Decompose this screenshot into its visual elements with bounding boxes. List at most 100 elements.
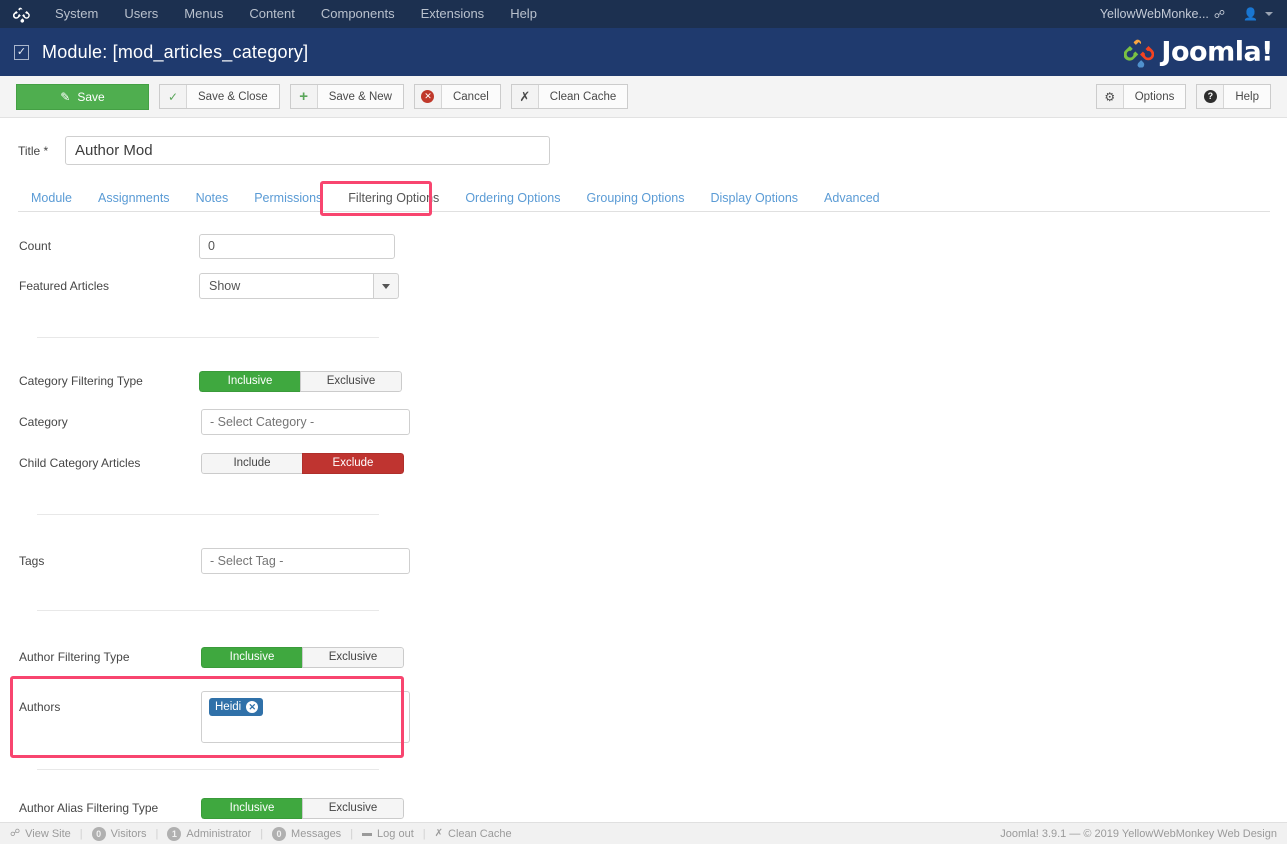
- section-divider-2: [37, 514, 379, 515]
- status-separator-2: |: [155, 827, 159, 840]
- tab-filtering-options[interactable]: Filtering Options: [335, 185, 452, 211]
- chevron-down-icon[interactable]: [373, 273, 399, 299]
- category-filtering-type-toggle[interactable]: Inclusive Exclusive: [199, 370, 402, 392]
- logout-link[interactable]: ▬ Log out: [362, 828, 414, 840]
- featured-articles-select[interactable]: Show: [199, 273, 399, 299]
- tab-permissions[interactable]: Permissions: [241, 185, 335, 211]
- status-separator-4: |: [350, 827, 354, 840]
- author-filter-inclusive-option[interactable]: Inclusive: [201, 646, 302, 668]
- author-filtering-type-row: Author Filtering Type Inclusive Exclusiv…: [18, 637, 1269, 677]
- child-include-option[interactable]: Include: [201, 452, 302, 474]
- editor-toolbar: ✎ Save ✓ Save & Close + Save & New ✕ Can…: [0, 76, 1287, 118]
- tab-display-options[interactable]: Display Options: [697, 185, 811, 211]
- clean-cache-button[interactable]: ✗ Clean Cache: [510, 84, 629, 109]
- visitors-count-badge: 0: [91, 826, 106, 841]
- author-chip-heidi[interactable]: Heidi ✕: [209, 698, 264, 716]
- tab-advanced[interactable]: Advanced: [811, 185, 893, 211]
- copyright-label: Joomla! 3.9.1 — © 2019 YellowWebMonkey W…: [1000, 827, 1277, 840]
- gear-icon: ⚙: [1096, 85, 1124, 108]
- child-category-articles-toggle[interactable]: Include Exclude: [201, 452, 404, 474]
- menu-item-content[interactable]: Content: [236, 0, 308, 28]
- save-button[interactable]: ✎ Save: [16, 83, 149, 110]
- administrator-label: Administrator: [186, 827, 252, 840]
- alias-exclusive-option[interactable]: Exclusive: [302, 797, 404, 819]
- tab-module[interactable]: Module: [18, 185, 85, 211]
- external-link-icon: ☍: [10, 828, 21, 839]
- authors-field-row: Authors Heidi ✕: [18, 677, 1269, 747]
- save-button-label: Save: [77, 89, 105, 104]
- save-and-new-label: Save & New: [328, 90, 392, 103]
- child-exclude-option[interactable]: Exclude: [302, 452, 404, 474]
- count-field-row: Count: [18, 226, 1269, 266]
- count-input[interactable]: [199, 233, 395, 259]
- tags-label: Tags: [19, 554, 45, 568]
- status-separator-3: |: [260, 827, 264, 840]
- tab-bar: Module Assignments Notes Permissions Fil…: [18, 185, 1270, 212]
- messages-status[interactable]: 0 Messages: [272, 826, 342, 841]
- module-edit-form: Title * Module Assignments Notes Permiss…: [0, 118, 1287, 828]
- authors-chip-input[interactable]: Heidi ✕: [201, 691, 410, 743]
- child-category-articles-row: Child Category Articles Include Exclude: [18, 443, 1269, 483]
- status-separator-5: |: [422, 827, 426, 840]
- author-filtering-type-label: Author Filtering Type: [19, 650, 130, 664]
- help-button[interactable]: ? Help: [1196, 84, 1271, 109]
- category-filter-inclusive-option[interactable]: Inclusive: [199, 370, 300, 392]
- chevron-down-icon[interactable]: [1265, 12, 1273, 16]
- checkbox-checked-icon: ✓: [14, 44, 29, 60]
- clean-cache-label: Clean Cache: [549, 90, 617, 103]
- tab-ordering-options[interactable]: Ordering Options: [452, 185, 573, 211]
- menu-item-extensions[interactable]: Extensions: [408, 0, 498, 28]
- status-bar: ☍ View Site | 0 Visitors | 1 Administrat…: [0, 822, 1287, 844]
- visitors-label: Visitors: [110, 827, 147, 840]
- view-site-link[interactable]: ☍ View Site: [10, 828, 71, 840]
- toolbar-right-group: ⚙ Options ? Help: [1095, 84, 1271, 109]
- tab-assignments[interactable]: Assignments: [85, 185, 183, 211]
- visitors-status[interactable]: 0 Visitors: [91, 826, 147, 841]
- cancel-label: Cancel: [452, 90, 489, 103]
- help-label: Help: [1235, 90, 1259, 103]
- broom-icon: ✗: [511, 85, 539, 108]
- title-input[interactable]: [65, 136, 550, 165]
- section-divider-3: [37, 610, 379, 611]
- category-field-row: Category: [18, 401, 1269, 443]
- category-select-input[interactable]: [201, 409, 410, 435]
- menu-item-help[interactable]: Help: [497, 0, 550, 28]
- cancel-button[interactable]: ✕ Cancel: [413, 84, 501, 109]
- clean-cache-link[interactable]: ✗ Clean Cache: [435, 828, 512, 840]
- site-name-label[interactable]: YellowWebMonke...: [1100, 7, 1209, 21]
- author-filter-exclusive-option[interactable]: Exclusive: [302, 646, 404, 668]
- check-icon: ✓: [160, 85, 187, 108]
- category-filter-exclusive-option[interactable]: Exclusive: [300, 370, 402, 392]
- tags-select-input[interactable]: [201, 548, 410, 574]
- save-pencil-icon: ✎: [60, 89, 71, 104]
- menu-item-menus[interactable]: Menus: [171, 0, 236, 28]
- featured-articles-label: Featured Articles: [19, 279, 110, 293]
- tab-grouping-options[interactable]: Grouping Options: [574, 185, 698, 211]
- category-filtering-type-label: Category Filtering Type: [19, 374, 143, 388]
- author-alias-filtering-type-toggle[interactable]: Inclusive Exclusive: [201, 797, 404, 819]
- user-icon[interactable]: 👤: [1243, 7, 1258, 21]
- save-and-new-button[interactable]: + Save & New: [289, 84, 404, 109]
- child-category-articles-label: Child Category Articles: [19, 456, 141, 470]
- messages-count-badge: 0: [272, 826, 287, 841]
- author-chip-label: Heidi: [215, 701, 242, 713]
- joomla-logo-icon[interactable]: [10, 3, 32, 25]
- messages-label: Messages: [291, 827, 342, 840]
- count-label: Count: [19, 239, 52, 253]
- menu-item-system[interactable]: System: [42, 0, 111, 28]
- menu-item-users[interactable]: Users: [111, 0, 171, 28]
- administrator-status[interactable]: 1 Administrator: [167, 826, 252, 841]
- plus-icon: +: [290, 85, 318, 108]
- external-link-icon[interactable]: ☍: [1214, 8, 1225, 21]
- broom-icon: ✗: [434, 828, 443, 839]
- main-menu: System Users Menus Content Components Ex…: [42, 0, 550, 28]
- save-and-close-button[interactable]: ✓ Save & Close: [159, 84, 280, 109]
- category-label: Category: [19, 415, 68, 429]
- menu-item-components[interactable]: Components: [308, 0, 408, 28]
- tab-notes[interactable]: Notes: [183, 185, 242, 211]
- author-filtering-type-toggle[interactable]: Inclusive Exclusive: [201, 646, 404, 668]
- remove-chip-icon[interactable]: ✕: [246, 701, 259, 713]
- options-button[interactable]: ⚙ Options: [1095, 84, 1187, 109]
- section-divider-4: [37, 769, 379, 770]
- alias-inclusive-option[interactable]: Inclusive: [201, 797, 302, 819]
